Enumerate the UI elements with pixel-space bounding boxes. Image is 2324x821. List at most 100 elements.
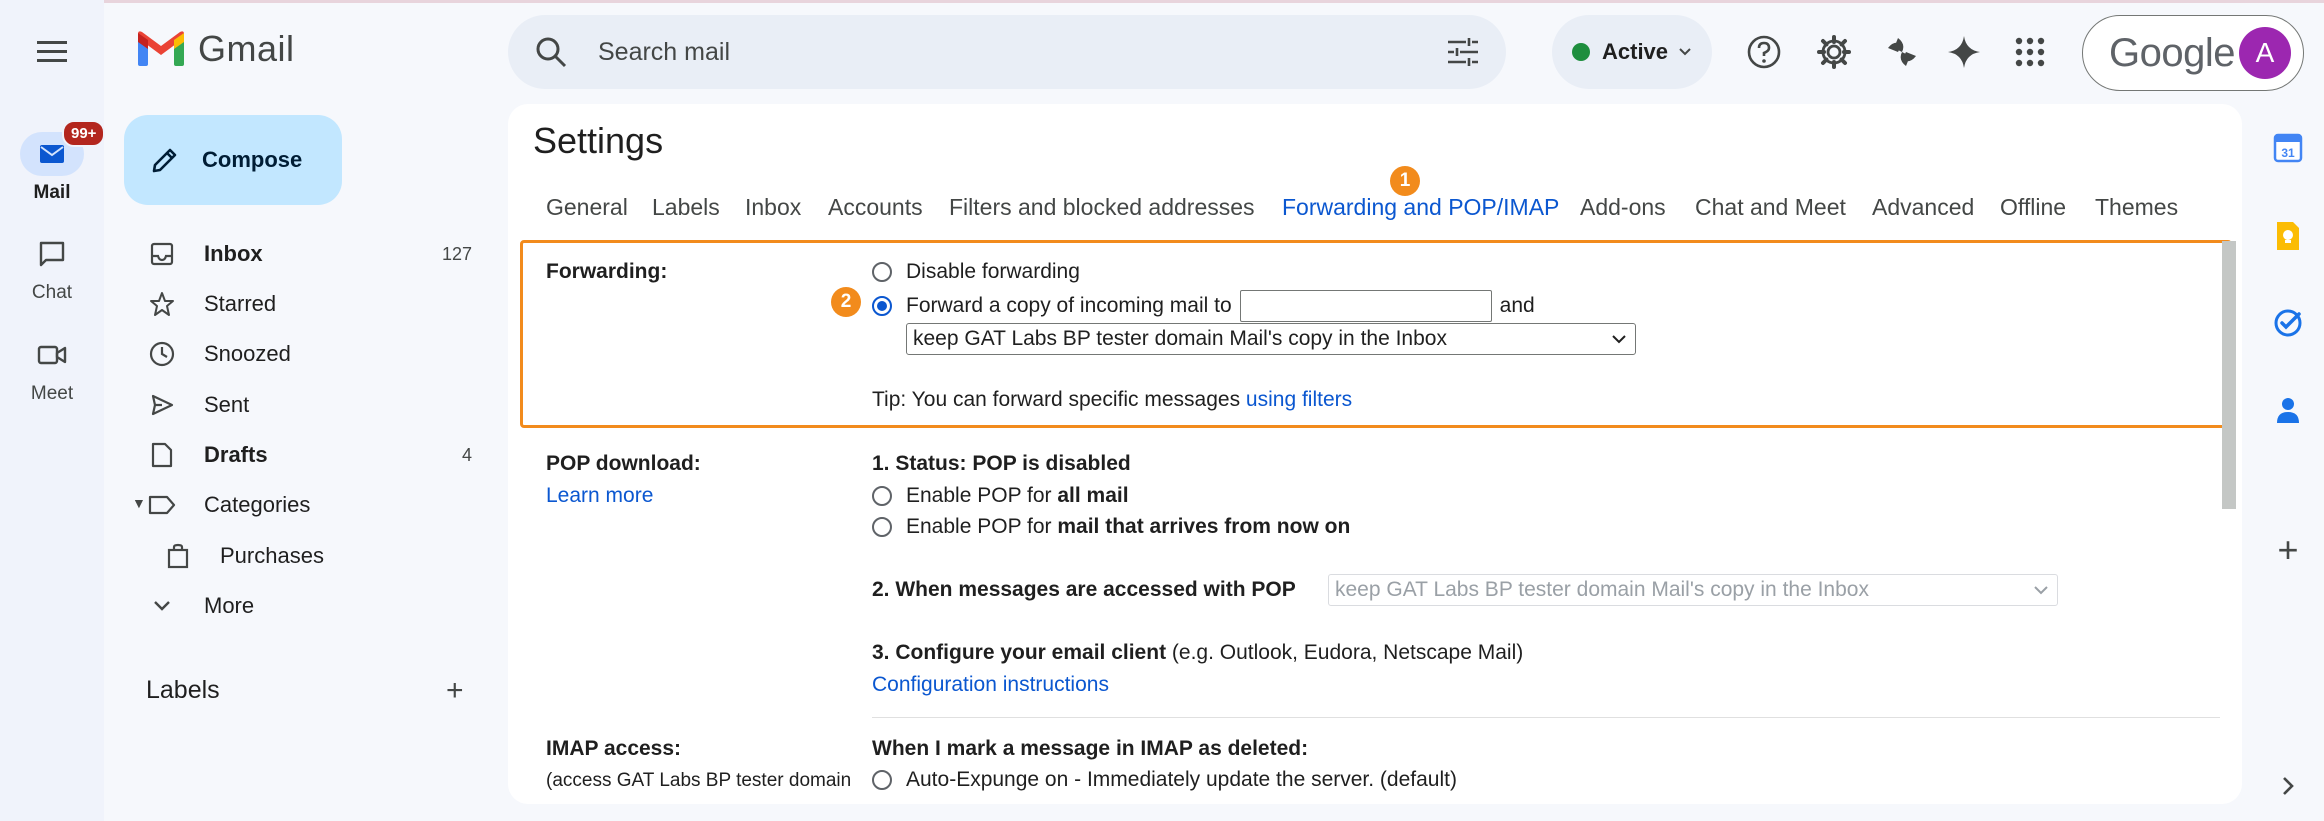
option-label: Forward a copy of incoming mail to bbox=[906, 294, 1232, 317]
chevron-down-icon bbox=[154, 601, 170, 611]
option-label: Enable POP for bbox=[906, 484, 1058, 507]
svg-text:31: 31 bbox=[2281, 146, 2295, 160]
forward-address-field[interactable] bbox=[1239, 290, 1492, 322]
configure-client-text: 3. Configure your email client (e.g. Out… bbox=[872, 641, 1523, 665]
tab-filters[interactable]: Filters and blocked addresses bbox=[949, 194, 1255, 221]
forward-copy-radio[interactable] bbox=[872, 296, 892, 316]
compose-button[interactable]: Compose bbox=[124, 115, 342, 205]
gmail-logo[interactable]: Gmail bbox=[136, 28, 295, 70]
option-emphasis: all mail bbox=[1057, 484, 1129, 507]
hamburger-icon bbox=[37, 41, 67, 62]
configure-heading: 3. Configure your email client bbox=[872, 641, 1167, 664]
nav-item-drafts[interactable]: Drafts 4 bbox=[124, 431, 486, 479]
forward-copy-option[interactable]: Forward a copy of incoming mail to and bbox=[872, 290, 1535, 322]
nav-item-purchases[interactable]: Purchases bbox=[136, 532, 498, 580]
disable-forwarding-radio[interactable] bbox=[872, 262, 892, 282]
settings-scrollbar[interactable] bbox=[2222, 241, 2236, 509]
enable-pop-now-option[interactable]: Enable POP for mail that arrives from no… bbox=[872, 515, 1350, 539]
nav-label: Purchases bbox=[220, 543, 324, 568]
add-label-icon[interactable]: + bbox=[446, 674, 464, 708]
status-selector[interactable]: Active bbox=[1552, 15, 1712, 89]
nav-item-snoozed[interactable]: Snoozed bbox=[124, 330, 486, 378]
auto-expunge-on-radio[interactable] bbox=[872, 770, 892, 790]
unread-badge: 99+ bbox=[62, 120, 106, 147]
pencil-icon bbox=[152, 148, 177, 173]
auto-expunge-on-option[interactable]: Auto-Expunge on - Immediately update the… bbox=[872, 768, 1457, 792]
gmail-wordmark: Gmail bbox=[198, 28, 295, 69]
nav-item-inbox[interactable]: Inbox 127 bbox=[124, 230, 486, 278]
tab-forwarding-pop-imap[interactable]: Forwarding and POP/IMAP bbox=[1282, 194, 1559, 221]
google-logo: Google bbox=[2109, 30, 2235, 75]
forward-action-select[interactable]: keep GAT Labs BP tester domain Mail's co… bbox=[906, 323, 1636, 355]
main-menu-button[interactable] bbox=[28, 32, 76, 72]
sparkle-icon bbox=[1948, 36, 1980, 68]
imap-sublabel: (access GAT Labs BP tester domain bbox=[546, 770, 852, 791]
nav-count: 4 bbox=[461, 444, 472, 465]
tab-inbox[interactable]: Inbox bbox=[745, 194, 801, 221]
get-add-ons-icon[interactable]: + bbox=[2268, 529, 2308, 570]
mail-icon bbox=[40, 145, 64, 163]
caret-down-icon[interactable]: ▼ bbox=[132, 495, 146, 511]
nav-label: Categories bbox=[204, 492, 311, 517]
tab-chat-and-meet[interactable]: Chat and Meet bbox=[1695, 194, 1846, 221]
clock-icon bbox=[149, 341, 175, 367]
configuration-instructions-link[interactable]: Configuration instructions bbox=[872, 673, 1109, 697]
nav-label: Sent bbox=[204, 392, 250, 417]
tab-advanced[interactable]: Advanced bbox=[1872, 194, 1974, 221]
tab-accounts[interactable]: Accounts bbox=[828, 194, 923, 221]
app-rail: 99+ Mail Chat Meet bbox=[0, 0, 106, 821]
forwarding-tip: Tip: You can forward specific messages u… bbox=[872, 388, 1352, 412]
tasks-app[interactable] bbox=[2268, 303, 2308, 343]
tab-themes[interactable]: Themes bbox=[2095, 194, 2178, 221]
calendar-app[interactable]: 31 bbox=[2268, 128, 2308, 168]
imap-access-label: IMAP access: bbox=[546, 737, 682, 760]
rail-item-chat[interactable]: Chat bbox=[0, 232, 104, 304]
nav-item-sent[interactable]: Sent bbox=[124, 381, 486, 429]
status-dot bbox=[1572, 43, 1590, 61]
tab-offline[interactable]: Offline bbox=[2000, 194, 2066, 221]
enable-pop-all-radio[interactable] bbox=[872, 486, 892, 506]
rail-item-mail[interactable]: 99+ Mail bbox=[0, 120, 106, 204]
tab-labels[interactable]: Labels bbox=[652, 194, 720, 221]
search-icon[interactable] bbox=[534, 35, 568, 69]
enable-pop-all-option[interactable]: Enable POP for all mail bbox=[872, 484, 1129, 508]
help-icon bbox=[1747, 35, 1781, 69]
gemini-button[interactable] bbox=[1942, 30, 1986, 74]
select-value: keep GAT Labs BP tester domain Mail's co… bbox=[1335, 578, 1869, 601]
labels-heading: Labels bbox=[146, 676, 220, 704]
tab-add-ons[interactable]: Add-ons bbox=[1580, 194, 1666, 221]
nav-item-more[interactable]: More bbox=[124, 582, 486, 630]
page-title: Settings bbox=[533, 120, 664, 161]
chevron-down-icon bbox=[1679, 48, 1691, 56]
pop-status: 1. Status: POP is disabled bbox=[872, 452, 1131, 475]
pop-when-accessed-label: 2. When messages are accessed with POP bbox=[872, 578, 1296, 601]
apps-script-button[interactable] bbox=[1880, 30, 1924, 74]
support-button[interactable] bbox=[1742, 30, 1786, 74]
search-bar[interactable] bbox=[508, 15, 1506, 89]
rail-item-meet[interactable]: Meet bbox=[0, 333, 104, 405]
settings-panel: Settings General Labels Inbox Accounts F… bbox=[508, 104, 2242, 804]
configure-examples: (e.g. Outlook, Eudora, Netscape Mail) bbox=[1166, 641, 1524, 664]
learn-more-link[interactable]: Learn more bbox=[546, 484, 653, 508]
contacts-app[interactable] bbox=[2268, 390, 2308, 430]
google-apps-button[interactable] bbox=[2008, 30, 2052, 74]
settings-button[interactable] bbox=[1812, 30, 1856, 74]
show-side-panel-button[interactable] bbox=[2268, 766, 2308, 806]
tab-general[interactable]: General bbox=[546, 194, 628, 221]
tip-text: Tip: You can forward specific messages bbox=[872, 388, 1246, 411]
disable-forwarding-option[interactable]: Disable forwarding bbox=[872, 260, 1080, 284]
nav-label: More bbox=[204, 593, 255, 618]
search-input[interactable] bbox=[598, 37, 1418, 67]
bag-icon bbox=[167, 543, 189, 569]
nav-item-starred[interactable]: Starred bbox=[124, 280, 486, 328]
enable-pop-now-radio[interactable] bbox=[872, 517, 892, 537]
chevron-down-icon bbox=[2034, 586, 2048, 595]
keep-app[interactable] bbox=[2268, 216, 2308, 256]
nav-label: Inbox bbox=[204, 241, 263, 266]
inbox-icon bbox=[150, 242, 174, 266]
tasks-icon bbox=[2274, 309, 2302, 337]
filter-options-icon[interactable] bbox=[1446, 37, 1480, 67]
nav-item-categories[interactable]: ▼ Categories bbox=[124, 481, 486, 529]
forwarding-label: Forwarding: bbox=[546, 260, 668, 283]
using-filters-link[interactable]: using filters bbox=[1246, 388, 1352, 412]
